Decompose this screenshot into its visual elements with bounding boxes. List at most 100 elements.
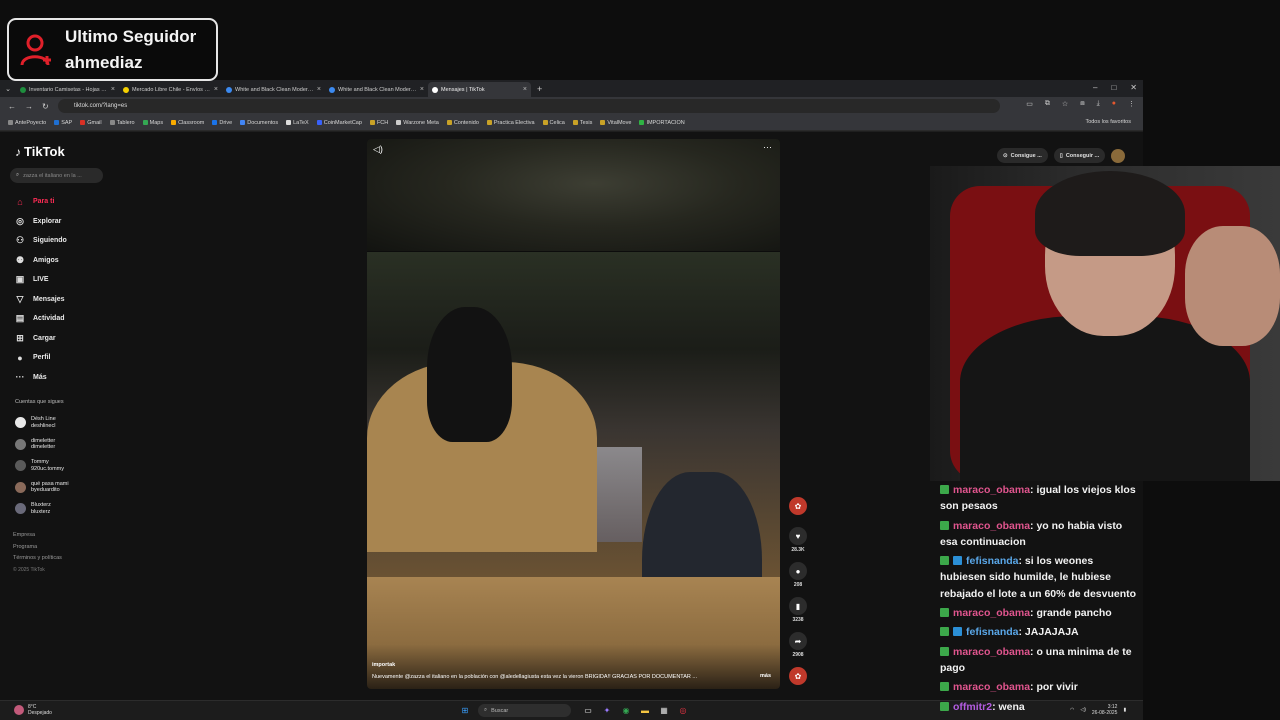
chat-username[interactable]: maraco_obama — [953, 646, 1030, 658]
weather-widget[interactable]: 8°C Despejado — [14, 704, 52, 716]
search-input[interactable]: ⌕ zazza el italiano en la ... — [10, 168, 103, 183]
nav-item-más[interactable]: ··· Más — [15, 368, 67, 388]
star-icon[interactable]: ☆ — [1062, 100, 1068, 108]
video-more-link[interactable]: más — [760, 673, 771, 679]
extensions-icon[interactable]: ⧈ — [1080, 100, 1084, 108]
browser-tab[interactable]: White and Black Clean Modern... × — [325, 82, 428, 97]
tab-close-icon[interactable]: × — [111, 86, 115, 93]
chrome-icon[interactable]: ◉ — [620, 705, 632, 717]
nav-item-mensajes[interactable]: ▽ Mensajes — [15, 290, 67, 310]
chat-username[interactable]: maraco_obama — [953, 681, 1030, 693]
bookmark-item[interactable]: Practica Electiva — [486, 120, 535, 126]
bookmark-item[interactable]: Documentos — [240, 120, 278, 126]
nav-item-amigos[interactable]: ⚉ Amigos — [15, 251, 67, 271]
all-bookmarks[interactable]: Todos los favoritos — [1085, 119, 1131, 125]
following-account[interactable]: Désh Line deshlinecl — [15, 412, 69, 434]
nav-item-live[interactable]: ▣ LIVE — [15, 270, 67, 290]
bookmark-item[interactable]: Warzone Meta — [396, 120, 439, 126]
back-icon[interactable]: ← — [8, 102, 16, 111]
download-icon[interactable]: ⤓ — [1097, 100, 1100, 108]
minimize-icon[interactable]: – — [1093, 83, 1097, 92]
tab-close-icon[interactable]: × — [523, 86, 527, 93]
browser-tab[interactable]: Mercado Libre Chile - Envíos G... × — [119, 82, 222, 97]
nav-item-cargar[interactable]: ⊞ Cargar — [15, 329, 67, 349]
get-app-button[interactable]: ▯ Conseguir ... — [1053, 148, 1106, 163]
forward-icon[interactable]: → — [25, 102, 33, 111]
bookmark-item[interactable]: CoinMarketCap — [316, 120, 362, 126]
url-input[interactable]: tiktok.com/?lang=es — [58, 99, 1000, 113]
chat-username[interactable]: maraco_obama — [953, 484, 1030, 496]
action-comment[interactable]: ● 208 — [785, 562, 811, 588]
cam-arm-shape — [1185, 226, 1280, 346]
reload-icon[interactable]: ↻ — [42, 102, 49, 111]
tab-search-icon[interactable]: ⌄ — [0, 85, 16, 93]
bookmark-item[interactable]: FCH — [369, 120, 388, 126]
volume-icon[interactable]: ◁) — [373, 144, 383, 155]
nav-item-perfil[interactable]: ● Perfil — [15, 348, 67, 368]
browser-tab[interactable]: Mensajes | TikTok × — [428, 82, 531, 97]
action-heart[interactable]: ♥ 28.3K — [785, 527, 811, 553]
chat-username[interactable]: fefisnanda — [966, 555, 1019, 567]
translate-icon[interactable]: ⧉ — [1045, 100, 1050, 108]
menu-icon[interactable]: ⋮ — [1128, 100, 1135, 108]
tab-close-icon[interactable]: × — [317, 86, 321, 93]
taskbar-search[interactable]: ⌕ Buscar — [478, 704, 571, 717]
maximize-icon[interactable]: □ — [1111, 83, 1116, 92]
new-tab-button[interactable]: + — [537, 84, 542, 94]
nav-item-siguiendo[interactable]: ⚇ Siguiendo — [15, 231, 67, 251]
following-account[interactable]: dimeletter dimeletter — [15, 434, 69, 456]
music-disc[interactable]: ✿ — [785, 667, 811, 685]
bookmark-item[interactable]: IMPORTACION — [639, 120, 685, 126]
video-author[interactable]: importak — [372, 662, 752, 668]
store-icon[interactable]: ▦ — [658, 705, 670, 717]
browser-tab[interactable]: White and Black Clean Modern... × — [222, 82, 325, 97]
get-coins-button[interactable]: ⊙ Consigue ... — [997, 148, 1048, 163]
windows-start-icon[interactable]: ⊞ — [459, 705, 471, 717]
nav-item-actividad[interactable]: ▤ Actividad — [15, 309, 67, 329]
chat-username[interactable]: maraco_obama — [953, 607, 1030, 619]
phone-icon: ▯ — [1059, 152, 1063, 159]
copilot-icon[interactable]: ✦ — [601, 705, 613, 717]
bookmark-item[interactable]: Gmail — [80, 120, 102, 126]
footer-link[interactable]: Programa — [13, 542, 62, 554]
bookmark-item[interactable]: AntePoyecto — [8, 120, 46, 126]
creator-avatar[interactable]: ✿ — [785, 497, 811, 515]
footer-link[interactable]: Términos y políticas — [13, 553, 62, 565]
file-explorer-icon[interactable]: ▬ — [639, 705, 651, 717]
action-bookmark[interactable]: ▮ 3238 — [785, 597, 811, 623]
tab-close-icon[interactable]: × — [420, 86, 424, 93]
nav-item-para-ti[interactable]: ⌂ Para ti — [15, 192, 67, 212]
app-icon[interactable]: ◎ — [677, 705, 689, 717]
bookmark-item[interactable]: VitalMove — [600, 120, 631, 126]
bookmark-item[interactable]: SAP — [54, 120, 72, 126]
video-player[interactable]: ◁) ··· importak Nuevamente @zazza el ita… — [367, 139, 780, 689]
tab-close-icon[interactable]: × — [214, 86, 218, 93]
chat-username[interactable]: fefisnanda — [966, 626, 1019, 638]
bookmark-item[interactable]: Contenido — [446, 120, 479, 126]
video-more-icon[interactable]: ··· — [763, 142, 772, 152]
following-account[interactable]: Bluxterz bluxterz — [15, 498, 69, 520]
bookmark-item[interactable]: Tesis — [572, 120, 592, 126]
action-count: 28.3K — [791, 547, 805, 553]
bookmark-item[interactable]: LaTeX — [286, 120, 309, 126]
task-view-icon[interactable]: ▭ — [582, 705, 594, 717]
action-share[interactable]: ➦ 2908 — [785, 632, 811, 658]
following-account[interactable]: Tommy 920uc.tommy — [15, 455, 69, 477]
tiktok-logo[interactable]: ♪ TikTok — [15, 144, 65, 159]
chat-username[interactable]: maraco_obama — [953, 520, 1030, 532]
nav-item-explorar[interactable]: ◎ Explorar — [15, 212, 67, 232]
bookmark-item[interactable]: Tablero — [109, 120, 135, 126]
browser-tab[interactable]: Inventario Camisetas - Hojas de... × — [16, 82, 119, 97]
bookmark-item[interactable]: Celica — [542, 120, 565, 126]
chat-username[interactable]: offmitr2 — [953, 701, 992, 713]
cast-icon[interactable]: ▭ — [1026, 100, 1033, 108]
footer-link[interactable]: Empresa — [13, 530, 62, 542]
user-avatar[interactable] — [1111, 148, 1126, 163]
profile-icon[interactable]: ● — [1112, 100, 1116, 108]
bookmark-item[interactable]: Maps — [142, 120, 163, 126]
close-window-icon[interactable]: ✕ — [1130, 83, 1137, 92]
address-bar: ← → ↻ tiktok.com/?lang=es ▭ ⧉ ☆ ⧈ ⤓ ● ⋮ — [0, 97, 1143, 115]
following-account[interactable]: qué pasa mami byeduardito — [15, 477, 69, 499]
bookmark-item[interactable]: Classroom — [171, 120, 204, 126]
bookmark-item[interactable]: Drive — [212, 120, 232, 126]
